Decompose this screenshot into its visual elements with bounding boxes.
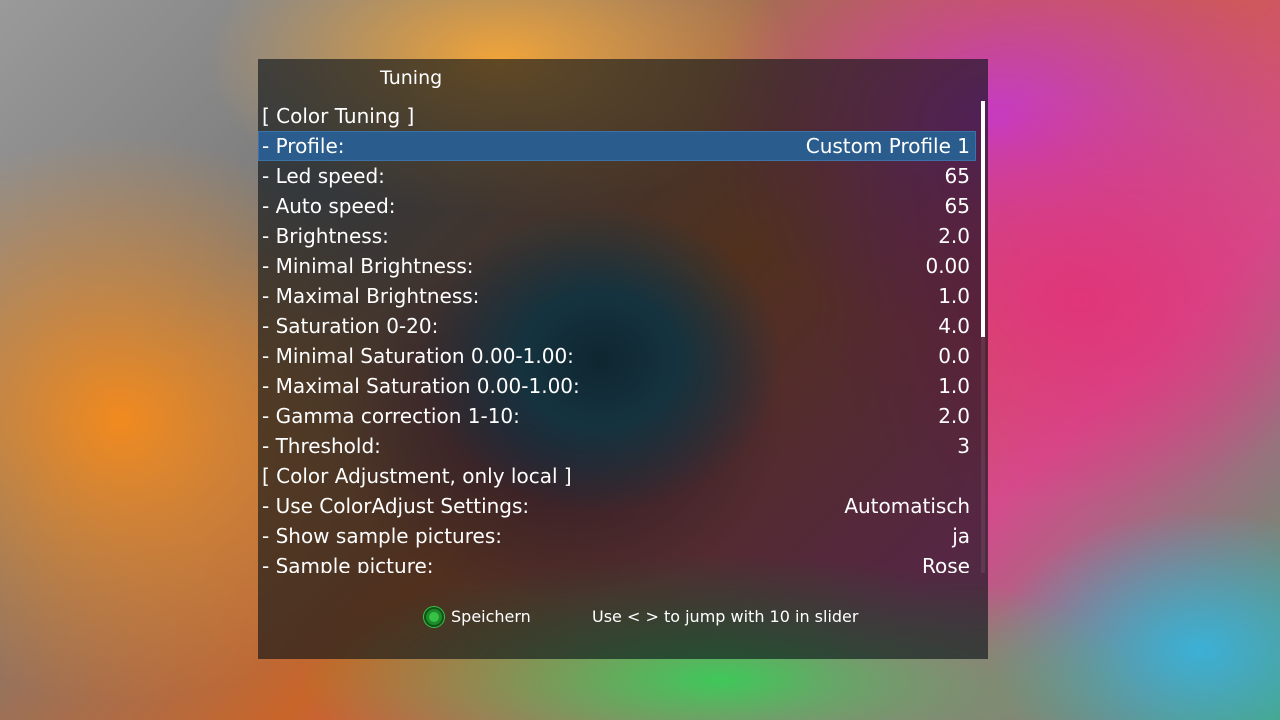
setting-label: - Saturation 0-20:: [262, 314, 439, 338]
tuning-dialog: Tuning [ Color Tuning ] - Profile: Custom …: [258, 59, 988, 659]
setting-value: Automatisch: [844, 494, 970, 518]
setting-row[interactable]: - Saturation 0-20: 4.0: [258, 311, 976, 341]
section-header-label: [ Color Tuning ]: [262, 104, 415, 128]
slider-hint: Use < > to jump with 10 in slider: [592, 607, 859, 626]
setting-value: 0.0: [938, 344, 970, 368]
green-button-icon[interactable]: [424, 607, 444, 627]
setting-value: Rose: [922, 554, 970, 573]
setting-value: 3: [957, 434, 970, 458]
setting-label: - Use ColorAdjust Settings:: [262, 494, 530, 518]
setting-value: 0.00: [925, 254, 970, 278]
setting-value: 1.0: [938, 284, 970, 308]
setting-label: - Threshold:: [262, 434, 381, 458]
setting-row[interactable]: - Minimal Brightness: 0.00: [258, 251, 976, 281]
section-header: [ Color Tuning ]: [258, 101, 976, 131]
setting-row[interactable]: - Brightness: 2.0: [258, 221, 976, 251]
setting-label: - Brightness:: [262, 224, 389, 248]
scrollbar-thumb[interactable]: [981, 101, 985, 337]
setting-value: 1.0: [938, 374, 970, 398]
section-header-label: [ Color Adjustment, only local ]: [262, 464, 572, 488]
setting-row[interactable]: - Use ColorAdjust Settings: Automatisch: [258, 491, 976, 521]
setting-label: - Minimal Brightness:: [262, 254, 474, 278]
setting-row[interactable]: - Gamma correction 1-10: 2.0: [258, 401, 976, 431]
setting-row[interactable]: - Led speed: 65: [258, 161, 976, 191]
setting-row[interactable]: - Maximal Saturation 0.00-1.00: 1.0: [258, 371, 976, 401]
settings-list[interactable]: [ Color Tuning ] - Profile: Custom Profile…: [258, 101, 976, 573]
setting-label: - Led speed:: [262, 164, 385, 188]
setting-label: - Maximal Saturation 0.00-1.00:: [262, 374, 580, 398]
dialog-title: Tuning: [380, 67, 443, 89]
setting-row[interactable]: - Profile: Custom Profile 1: [258, 131, 976, 161]
setting-label: - Show sample pictures:: [262, 524, 502, 548]
setting-row[interactable]: - Maximal Brightness: 1.0: [258, 281, 976, 311]
setting-label: - Minimal Saturation 0.00-1.00:: [262, 344, 574, 368]
setting-value: Custom Profile 1: [805, 134, 970, 158]
setting-label: - Auto speed:: [262, 194, 396, 218]
setting-value: 65: [944, 164, 970, 188]
setting-row[interactable]: - Sample picture: Rose: [258, 551, 976, 573]
footer: Speichern Use < > to jump with 10 in sli…: [258, 605, 988, 629]
setting-value: ja: [952, 524, 970, 548]
setting-label: - Gamma correction 1-10:: [262, 404, 520, 428]
setting-label: - Profile:: [262, 134, 345, 158]
scrollbar[interactable]: [981, 101, 985, 573]
setting-value: 65: [944, 194, 970, 218]
setting-row[interactable]: - Show sample pictures: ja: [258, 521, 976, 551]
setting-label: - Maximal Brightness:: [262, 284, 480, 308]
save-button-label[interactable]: Speichern: [451, 605, 531, 629]
setting-value: 4.0: [938, 314, 970, 338]
setting-row[interactable]: - Auto speed: 65: [258, 191, 976, 221]
section-header: [ Color Adjustment, only local ]: [258, 461, 976, 491]
setting-row[interactable]: - Minimal Saturation 0.00-1.00: 0.0: [258, 341, 976, 371]
setting-row[interactable]: - Threshold: 3: [258, 431, 976, 461]
setting-label: - Sample picture:: [262, 554, 434, 573]
setting-value: 2.0: [938, 224, 970, 248]
setting-value: 2.0: [938, 404, 970, 428]
